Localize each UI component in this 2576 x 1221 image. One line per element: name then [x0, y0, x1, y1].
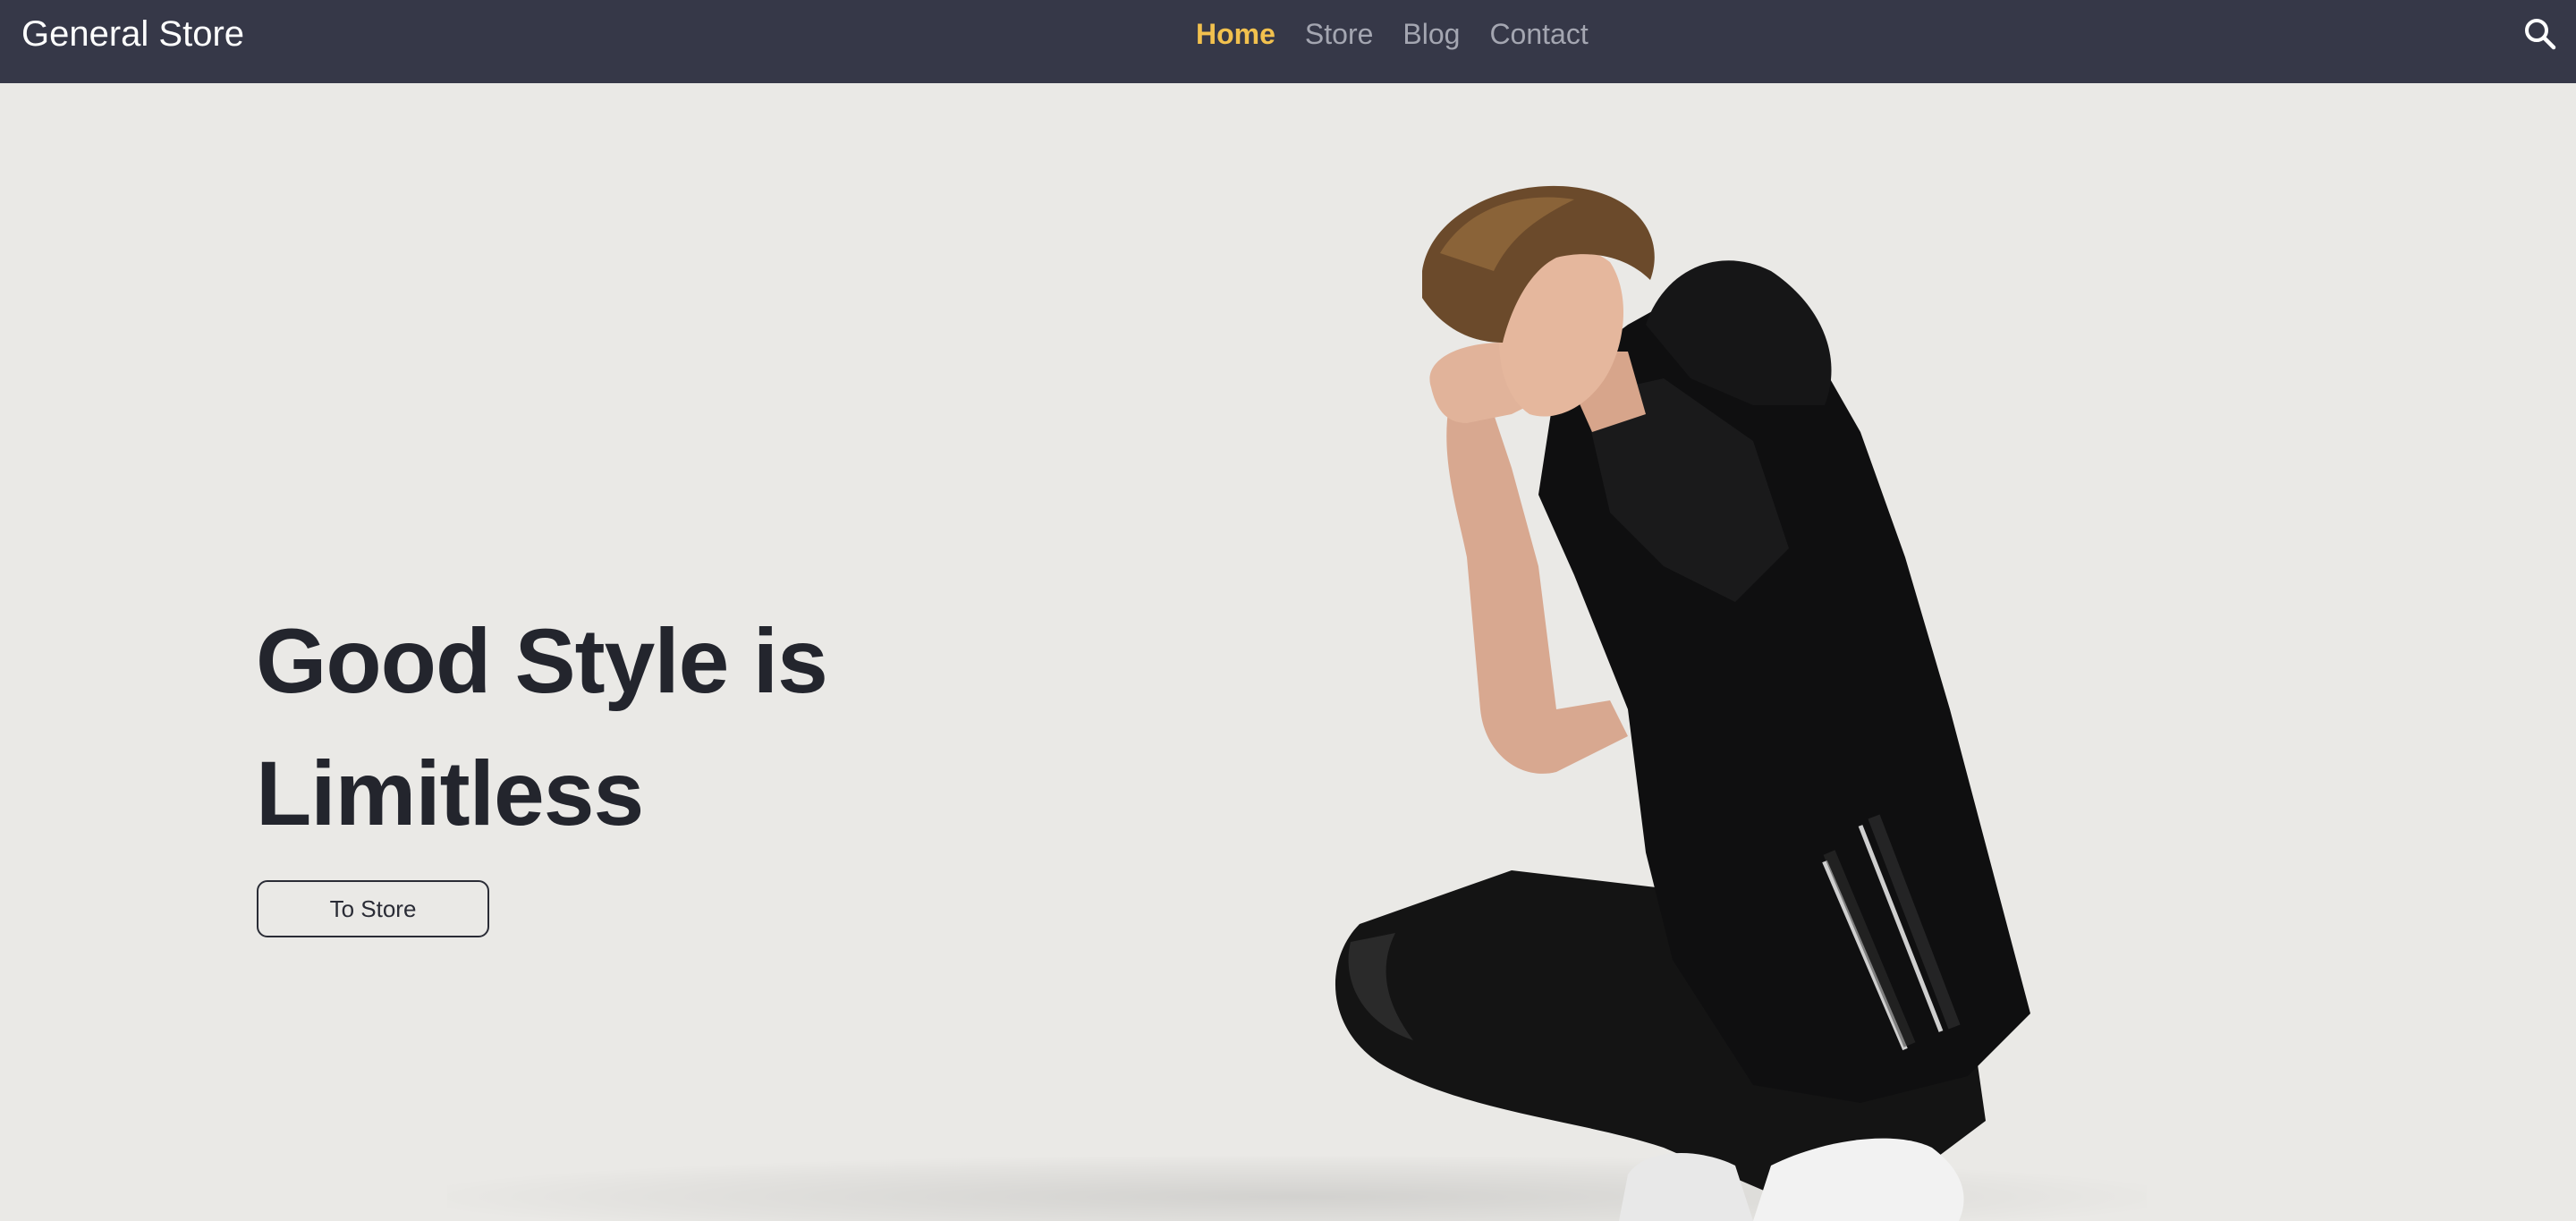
- search-icon: [2525, 19, 2556, 50]
- nav-link-home[interactable]: Home: [1196, 0, 1275, 68]
- hero-headline-line2: Limitless: [256, 742, 644, 844]
- search-button[interactable]: [2522, 16, 2558, 52]
- main-nav: Home Store Blog Contact: [1196, 0, 1589, 68]
- brand-logo-link[interactable]: General Store: [21, 0, 244, 68]
- top-navbar: General Store Home Store Blog Contact: [0, 0, 2576, 83]
- hero-headline-line1: Good Style is: [256, 610, 828, 712]
- to-store-button[interactable]: To Store: [257, 880, 489, 937]
- nav-link-blog[interactable]: Blog: [1402, 0, 1460, 68]
- nav-link-store[interactable]: Store: [1305, 0, 1373, 68]
- hero-headline: Good Style is Limitless: [256, 595, 1061, 860]
- hero-model-image: [1335, 185, 2030, 1221]
- hero-section: Good Style is Limitless To Store: [0, 83, 2576, 1221]
- nav-link-contact[interactable]: Contact: [1489, 0, 1588, 68]
